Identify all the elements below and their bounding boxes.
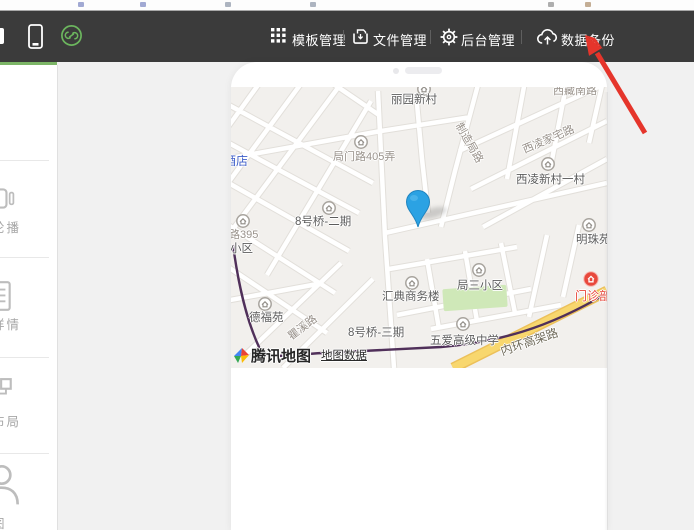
menu-file-manage[interactable]: 文件管理 bbox=[352, 11, 424, 62]
document-icon bbox=[0, 280, 15, 312]
bookmark-fragment bbox=[310, 2, 316, 7]
carousel-icon bbox=[0, 183, 15, 215]
sidebar-item-map[interactable]: 图 bbox=[0, 463, 57, 530]
map-label: 五爱高级中学 bbox=[430, 335, 499, 348]
home-poi-icon bbox=[322, 201, 336, 215]
map-label: 局三小区 bbox=[457, 280, 503, 293]
map-label: 8号桥-三期 bbox=[348, 327, 404, 340]
phone-camera-dot bbox=[393, 68, 399, 74]
tencent-map[interactable]: 丽园新村 西藏南路 制造局路 西凌家宅路 西凌新村一村 局门路405弄 酒店 8… bbox=[231, 87, 607, 368]
bookmark-fragment bbox=[140, 2, 146, 7]
map-label: 汇典商务楼 bbox=[382, 291, 440, 304]
toolbar-divider bbox=[430, 30, 431, 44]
menu-data-backup[interactable]: 数据备份 bbox=[537, 11, 613, 62]
tencent-maps-logo-icon bbox=[233, 347, 250, 364]
map-label: 西藏南路 bbox=[553, 87, 597, 97]
link-preview-icon[interactable] bbox=[60, 24, 83, 52]
bookmark-fragment bbox=[78, 2, 84, 7]
sidebar-item-detail[interactable]: 详情 bbox=[0, 280, 57, 350]
home-poi-icon bbox=[541, 157, 555, 171]
home-poi-icon bbox=[236, 214, 250, 228]
clinic-poi-icon bbox=[583, 271, 599, 287]
school-poi-icon bbox=[456, 317, 470, 331]
map-attribution: 腾讯地图 地图数据 bbox=[233, 345, 367, 365]
menu-label: 文件管理 bbox=[373, 30, 427, 49]
map-label: 小区 bbox=[231, 243, 253, 256]
home-poi-icon bbox=[582, 218, 596, 232]
home-poi-icon bbox=[258, 297, 272, 311]
toolbar-divider bbox=[343, 30, 344, 44]
bookmark-fragment bbox=[585, 2, 591, 7]
map-pin[interactable] bbox=[402, 189, 434, 229]
browser-edge-strip bbox=[0, 0, 694, 11]
map-label: 酒店 bbox=[231, 155, 248, 168]
home-poi-icon bbox=[472, 263, 486, 277]
map-label: 丽园新村 bbox=[391, 94, 437, 107]
home-poi-icon bbox=[354, 135, 368, 149]
app-screen: 模板管理 文件管理 bbox=[0, 0, 694, 530]
map-data-link[interactable]: 地图数据 bbox=[321, 347, 367, 363]
top-toolbar: 模板管理 文件管理 bbox=[0, 11, 694, 62]
menu-label: 后台管理 bbox=[461, 30, 515, 49]
sidebar-item-label: 图 bbox=[0, 513, 7, 530]
phone-speaker bbox=[405, 67, 442, 74]
phone-preview-frame: 丽园新村 西藏南路 制造局路 西凌家宅路 西凌新村一村 局门路405弄 酒店 8… bbox=[231, 62, 607, 530]
sidebar-item-layout[interactable]: 布局 bbox=[0, 377, 57, 447]
mobile-preview-icon[interactable] bbox=[28, 24, 43, 54]
layout-icon bbox=[0, 377, 15, 409]
sidebar-item-carousel[interactable]: 轮播 bbox=[0, 183, 57, 253]
sidebar-divider bbox=[0, 160, 49, 161]
map-label: 路395 bbox=[231, 229, 258, 241]
sidebar-item-label: 布局 bbox=[0, 411, 21, 430]
map-label: 局门路405弄 bbox=[333, 151, 395, 163]
gear-icon bbox=[440, 28, 458, 51]
sidebar-divider bbox=[0, 357, 49, 358]
sidebar-divider bbox=[0, 453, 49, 454]
grid-icon bbox=[271, 28, 286, 48]
building-poi-icon bbox=[405, 276, 419, 290]
menu-admin-manage[interactable]: 后台管理 bbox=[440, 11, 514, 62]
sidebar-item-label: 详情 bbox=[0, 314, 21, 333]
map-label: 门诊部 bbox=[575, 290, 607, 303]
sidebar-item-label: 轮播 bbox=[0, 217, 21, 236]
map-label: 西凌新村一村 bbox=[516, 174, 585, 187]
cloud-upload-icon bbox=[537, 28, 558, 50]
map-label: 8号桥-二期 bbox=[295, 216, 351, 229]
map-label: 明珠苑 bbox=[576, 234, 607, 247]
menu-label: 数据备份 bbox=[561, 30, 615, 49]
person-icon bbox=[0, 463, 23, 507]
widget-sidebar: 轮播 详情 布局 图 bbox=[0, 65, 58, 530]
sidebar-divider bbox=[0, 257, 49, 258]
menu-label: 模板管理 bbox=[292, 30, 346, 49]
bookmark-fragment bbox=[225, 2, 231, 7]
desktop-preview-icon-fragment[interactable] bbox=[0, 28, 4, 44]
file-icon bbox=[352, 28, 369, 50]
map-label: 德福苑 bbox=[249, 312, 284, 325]
toolbar-divider bbox=[521, 30, 522, 44]
map-provider-name: 腾讯地图 bbox=[251, 345, 311, 366]
menu-template-manage[interactable]: 模板管理 bbox=[271, 11, 343, 62]
bookmark-fragment bbox=[548, 2, 554, 7]
